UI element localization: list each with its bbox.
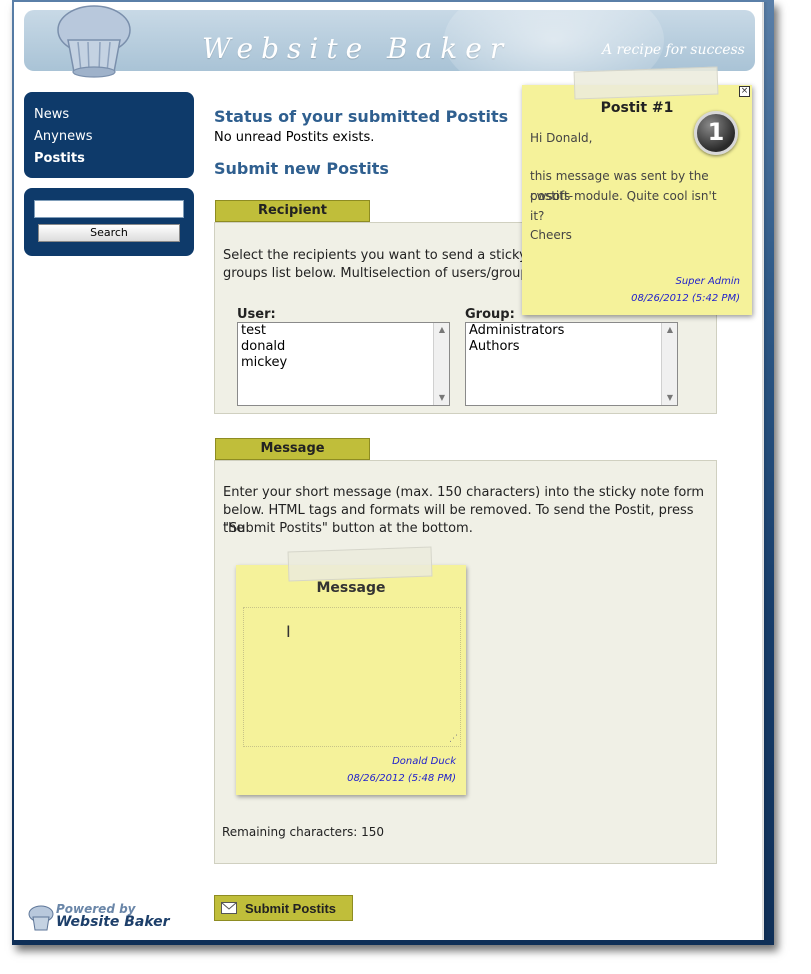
chef-hat-small-icon <box>28 905 54 931</box>
group-option[interactable]: Administrators <box>466 323 677 339</box>
scroll-down-icon[interactable]: ▼ <box>434 391 449 405</box>
nav-item-postits[interactable]: Postits <box>34 148 184 170</box>
status-heading: Status of your submitted Postits <box>214 107 509 126</box>
received-postit-popup: × Postit #1 1 Hi Donald, this message wa… <box>522 66 752 315</box>
chef-hat-logo-icon <box>57 5 131 78</box>
powered-by-brand: Website Baker <box>56 914 170 930</box>
postit-body-line-2: postits module. Quite cool isn't it? <box>530 189 717 223</box>
message-instructions-line-3: "Submit Postits" button at the bottom. <box>223 521 473 536</box>
envelope-icon <box>221 902 237 914</box>
close-icon[interactable]: × <box>739 86 750 97</box>
message-textarea[interactable]: I ⋰ <box>243 607 461 747</box>
group-scrollbar[interactable]: ▲ ▼ <box>661 323 677 405</box>
search-panel: Search <box>24 188 194 256</box>
resize-grip-icon[interactable]: ⋰ <box>449 734 458 744</box>
nav-item-news[interactable]: News <box>34 104 184 126</box>
text-cursor-icon: I <box>286 622 291 641</box>
note-title: Message <box>316 580 386 596</box>
submit-postits-label: Submit Postits <box>245 901 337 916</box>
scroll-up-icon[interactable]: ▲ <box>662 323 677 337</box>
tape-decoration <box>287 546 433 582</box>
user-scrollbar[interactable]: ▲ ▼ <box>433 323 449 405</box>
user-select[interactable]: test donald mickey ▲ ▼ <box>237 322 450 406</box>
user-option[interactable]: mickey <box>238 355 449 371</box>
group-option[interactable]: Authors <box>466 339 677 355</box>
postit-closing: Cheers <box>530 228 572 242</box>
tab-message: Message <box>215 438 370 460</box>
group-label: Group: <box>465 307 515 322</box>
group-select[interactable]: Administrators Authors ▲ ▼ <box>465 322 678 406</box>
user-option[interactable]: test <box>238 323 449 339</box>
submit-heading: Submit new Postits <box>214 159 389 178</box>
recipient-instructions-line-2: groups list below. Multiselection of use… <box>223 266 536 281</box>
tab-recipient: Recipient <box>215 200 370 222</box>
note-date: 08/26/2012 (5:48 PM) <box>347 773 456 784</box>
search-button[interactable]: Search <box>38 224 180 242</box>
message-instructions-line-1: Enter your short message (max. 150 chara… <box>223 485 705 500</box>
no-unread-text: No unread Postits exists. <box>214 130 375 145</box>
postit-author: Super Admin <box>675 276 740 287</box>
user-option[interactable]: donald <box>238 339 449 355</box>
nav-item-anynews[interactable]: Anynews <box>34 126 184 148</box>
remaining-characters: Remaining characters: 150 <box>222 825 385 839</box>
postit-greeting: Hi Donald, <box>530 131 593 145</box>
main-nav: News Anynews Postits <box>24 92 194 178</box>
note-author: Donald Duck <box>392 756 456 767</box>
submit-postits-button[interactable]: Submit Postits <box>214 895 353 921</box>
scroll-up-icon[interactable]: ▲ <box>434 323 449 337</box>
user-label: User: <box>237 307 276 322</box>
tape-decoration <box>573 66 719 100</box>
search-input[interactable] <box>34 200 184 218</box>
postit-date: 08/26/2012 (5:42 PM) <box>631 293 740 304</box>
site-title: Website Baker <box>202 32 512 65</box>
site-tagline: A recipe for success <box>602 42 745 58</box>
recipient-instructions-line-1: Select the recipients you want to send a… <box>223 248 548 263</box>
scroll-down-icon[interactable]: ▼ <box>662 391 677 405</box>
message-sticky-note: Message I ⋰ Donald Duck 08/26/2012 (5:48… <box>236 546 466 795</box>
